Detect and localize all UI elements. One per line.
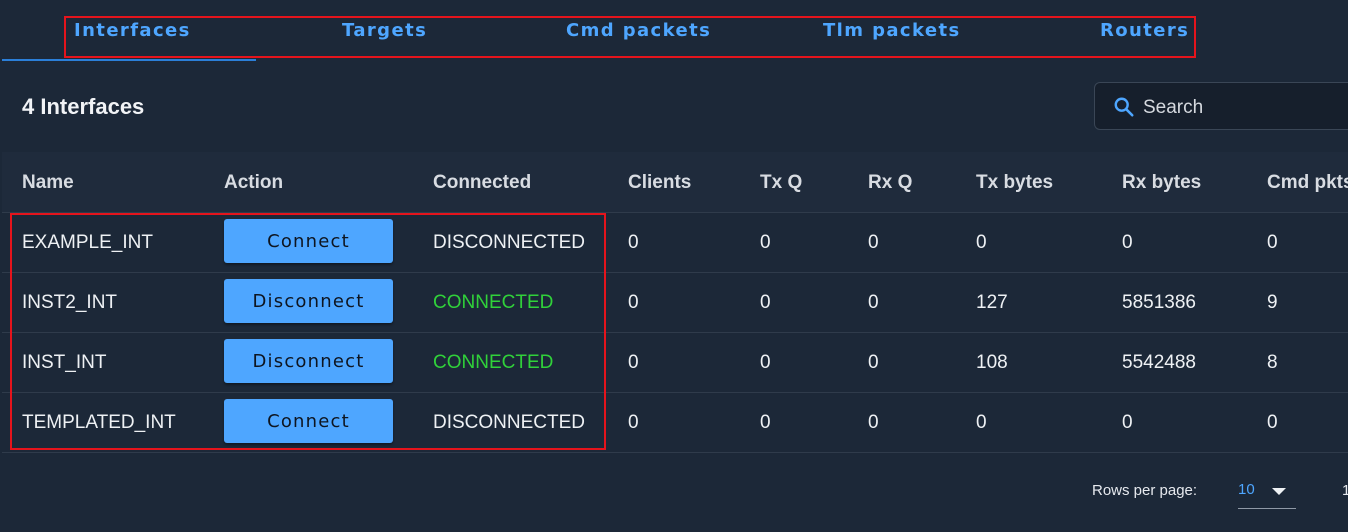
cmd-pkts-value: 0 <box>1267 232 1278 253</box>
disconnect-button[interactable]: Disconnect <box>224 279 393 323</box>
tx-bytes-value: 0 <box>976 412 987 433</box>
connect-button[interactable]: Connect <box>224 219 393 263</box>
tab-bar: Interfaces Targets Cmd packets Tlm packe… <box>0 0 1348 62</box>
cmd-pkts-value: 0 <box>1267 412 1278 433</box>
column-header-tx-bytes[interactable]: Tx bytes <box>976 172 1053 194</box>
column-header-action[interactable]: Action <box>224 172 283 194</box>
table-row: EXAMPLE_INT Connect DISCONNECTED 0 0 0 0… <box>2 212 1348 273</box>
clients-value: 0 <box>628 352 639 373</box>
chevron-down-icon <box>1272 488 1286 495</box>
tx-bytes-value: 0 <box>976 232 987 253</box>
connection-status: DISCONNECTED <box>433 412 586 433</box>
rx-bytes-value: 5851386 <box>1122 292 1196 313</box>
table-footer: Rows per page: 10 1 <box>2 452 1348 526</box>
rx-q-value: 0 <box>868 292 879 313</box>
table-header: Name Action Connected Clients Tx Q Rx Q … <box>2 152 1348 213</box>
column-header-rx-q[interactable]: Rx Q <box>868 172 912 194</box>
rows-per-page-label: Rows per page: <box>1092 482 1198 499</box>
interface-name: INST_INT <box>22 352 107 373</box>
tx-q-value: 0 <box>760 412 771 433</box>
rx-q-value: 0 <box>868 232 879 253</box>
tab-tlm-packets[interactable]: Tlm packets <box>823 20 961 41</box>
connection-status: CONNECTED <box>433 352 554 373</box>
table-row: TEMPLATED_INT Connect DISCONNECTED 0 0 0… <box>2 392 1348 453</box>
column-header-name[interactable]: Name <box>22 172 74 194</box>
search-field[interactable] <box>1094 82 1348 130</box>
tx-q-value: 0 <box>760 292 771 313</box>
clients-value: 0 <box>628 412 639 433</box>
page-info: 1 <box>1342 482 1348 499</box>
interface-name: INST2_INT <box>22 292 118 313</box>
rx-bytes-value: 0 <box>1122 412 1133 433</box>
cmd-pkts-value: 8 <box>1267 352 1278 373</box>
table-row: INST2_INT Disconnect CONNECTED 0 0 0 127… <box>2 272 1348 333</box>
tx-q-value: 0 <box>760 352 771 373</box>
card-title: 4 Interfaces <box>22 94 145 119</box>
column-header-cmd-pkts[interactable]: Cmd pkts <box>1267 172 1348 194</box>
rx-bytes-value: 0 <box>1122 232 1133 253</box>
disconnect-button[interactable]: Disconnect <box>224 339 393 383</box>
connection-status: DISCONNECTED <box>433 232 586 253</box>
active-tab-indicator <box>2 59 256 61</box>
column-header-tx-q[interactable]: Tx Q <box>760 172 802 194</box>
tx-q-value: 0 <box>760 232 771 253</box>
clients-value: 0 <box>628 292 639 313</box>
tab-routers[interactable]: Routers <box>1100 20 1189 41</box>
search-input[interactable] <box>1141 93 1345 123</box>
connect-button[interactable]: Connect <box>224 399 393 443</box>
tx-bytes-value: 108 <box>976 352 1008 373</box>
interface-name: EXAMPLE_INT <box>22 232 153 253</box>
table-row: INST_INT Disconnect CONNECTED 0 0 0 108 … <box>2 332 1348 393</box>
interfaces-card: 4 Interfaces Name Action Connected Clien… <box>2 62 1348 526</box>
column-header-rx-bytes[interactable]: Rx bytes <box>1122 172 1201 194</box>
tab-cmd-packets[interactable]: Cmd packets <box>566 20 711 41</box>
tab-targets[interactable]: Targets <box>342 20 427 41</box>
rx-bytes-value: 5542488 <box>1122 352 1196 373</box>
connection-status: CONNECTED <box>433 292 554 313</box>
search-icon <box>1114 97 1134 117</box>
cmd-pkts-value: 9 <box>1267 292 1278 313</box>
column-header-clients[interactable]: Clients <box>628 172 691 194</box>
clients-value: 0 <box>628 232 639 253</box>
rows-per-page-value: 10 <box>1238 481 1255 498</box>
interface-name: TEMPLATED_INT <box>22 412 176 433</box>
tx-bytes-value: 127 <box>976 292 1008 313</box>
rows-per-page-select[interactable]: 10 <box>1238 470 1296 509</box>
rx-q-value: 0 <box>868 412 879 433</box>
column-header-connected[interactable]: Connected <box>433 172 531 194</box>
rx-q-value: 0 <box>868 352 879 373</box>
tab-interfaces[interactable]: Interfaces <box>74 20 191 41</box>
